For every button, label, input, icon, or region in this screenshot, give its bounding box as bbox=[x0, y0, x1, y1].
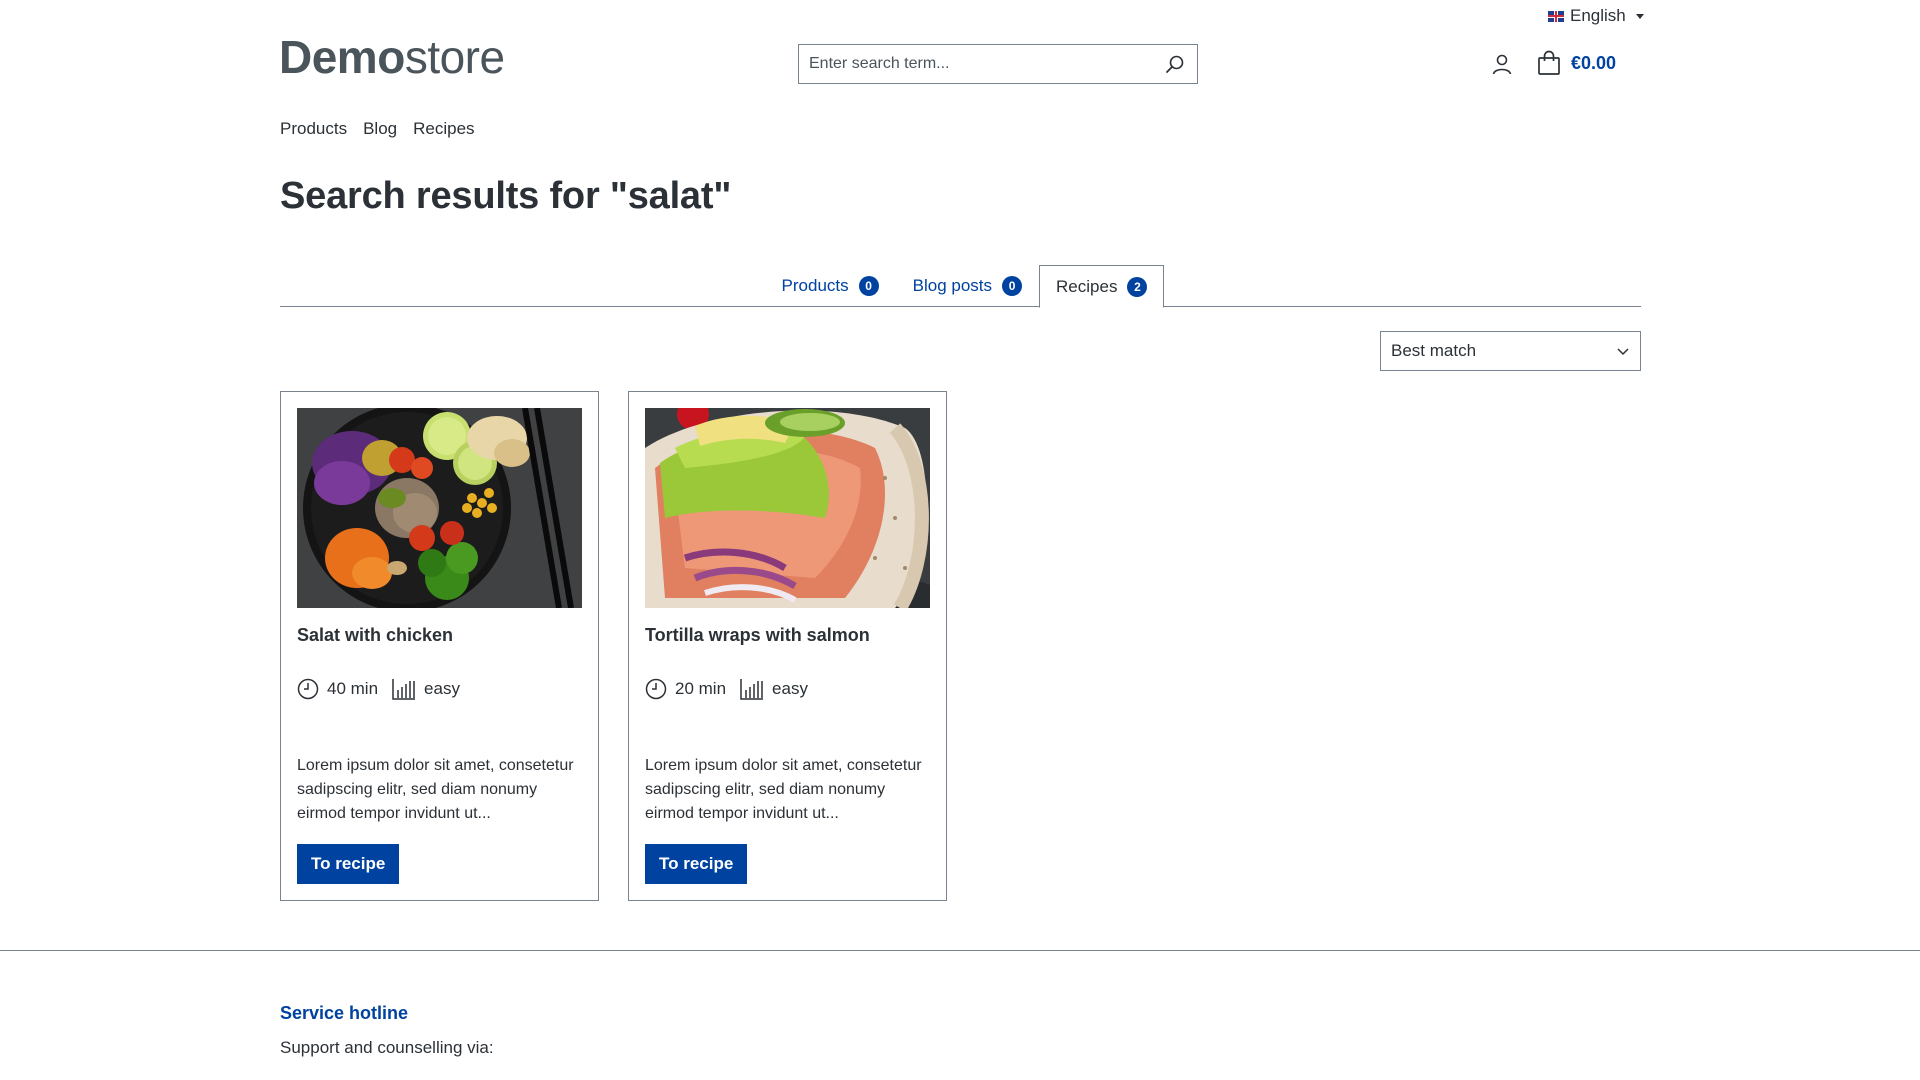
shopping-bag-icon bbox=[1538, 50, 1560, 75]
recipe-time-value: 40 min bbox=[327, 679, 379, 698]
recipe-difficulty: easy bbox=[392, 678, 460, 700]
tab-label: Recipes bbox=[1056, 276, 1118, 296]
count-badge: 2 bbox=[1127, 276, 1148, 297]
recipe-time: 40 min bbox=[297, 678, 378, 700]
recipe-time: 20 min bbox=[645, 678, 726, 700]
recipe-meta: 40 min easy bbox=[297, 678, 474, 700]
recipe-difficulty: easy bbox=[740, 678, 808, 700]
language-label: English bbox=[1570, 6, 1626, 25]
main-navigation: Products Blog Recipes bbox=[280, 119, 475, 139]
difficulty-bars-icon bbox=[740, 679, 764, 700]
tab-recipes[interactable]: Recipes 2 bbox=[1039, 265, 1165, 308]
search-box bbox=[798, 44, 1198, 84]
logo-bold: Demo bbox=[279, 31, 405, 83]
nav-blog[interactable]: Blog bbox=[363, 119, 397, 139]
recipe-description: Lorem ipsum dolor sit amet, consetetur s… bbox=[645, 757, 922, 822]
account-button[interactable] bbox=[1490, 52, 1514, 76]
recipe-difficulty-value: easy bbox=[424, 679, 460, 698]
cart-button[interactable]: €0.00 bbox=[1537, 50, 1616, 76]
count-badge: 0 bbox=[1002, 276, 1023, 296]
recipe-image-wrap[interactable] bbox=[645, 408, 930, 608]
service-hotline-title: Service hotline bbox=[280, 1003, 409, 1023]
page-title: Search results for "salat" bbox=[280, 175, 732, 217]
chevron-down-icon bbox=[1617, 348, 1629, 356]
to-recipe-button[interactable]: To recipe bbox=[297, 844, 400, 884]
sort-selected-value: Best match bbox=[1391, 341, 1477, 360]
logo[interactable]: Demostore bbox=[279, 34, 505, 80]
to-recipe-button[interactable]: To recipe bbox=[645, 844, 748, 884]
uk-flag-icon bbox=[1548, 10, 1564, 22]
caret-down-icon bbox=[1635, 13, 1644, 19]
logo-light: store bbox=[404, 31, 505, 83]
difficulty-bars-icon bbox=[392, 679, 416, 700]
recipe-difficulty-value: easy bbox=[772, 679, 808, 698]
recipe-image-salad[interactable] bbox=[297, 408, 582, 608]
tab-blog-posts[interactable]: Blog posts 0 bbox=[896, 265, 1039, 307]
tab-label: Blog posts bbox=[912, 276, 993, 295]
tab-products[interactable]: Products 0 bbox=[765, 265, 896, 307]
recipe-meta: 20 min easy bbox=[645, 678, 822, 700]
search-input[interactable] bbox=[799, 45, 1153, 83]
search-icon bbox=[1166, 55, 1184, 73]
user-icon bbox=[1492, 54, 1512, 75]
service-hotline-text: Support and counselling via: bbox=[280, 1038, 494, 1057]
recipe-title[interactable]: Tortilla wraps with salmon bbox=[645, 625, 870, 646]
search-button[interactable] bbox=[1153, 45, 1197, 83]
nav-recipes[interactable]: Recipes bbox=[413, 119, 474, 139]
recipe-title[interactable]: Salat with chicken bbox=[297, 625, 453, 646]
language-selector[interactable]: English bbox=[1548, 6, 1644, 26]
sort-select[interactable]: Best match bbox=[1380, 331, 1641, 371]
footer-divider bbox=[0, 950, 1920, 951]
clock-icon bbox=[297, 678, 319, 700]
cart-total: €0.00 bbox=[1571, 52, 1617, 73]
recipe-card: Tortilla wraps with salmon 20 min easy L… bbox=[628, 391, 947, 901]
tab-label: Products bbox=[781, 276, 849, 295]
count-badge: 0 bbox=[858, 276, 879, 296]
recipe-description: Lorem ipsum dolor sit amet, consetetur s… bbox=[297, 757, 574, 822]
nav-products[interactable]: Products bbox=[280, 119, 347, 139]
recipe-time-value: 20 min bbox=[675, 679, 727, 698]
clock-icon bbox=[645, 678, 667, 700]
recipe-card: Salat with chicken 40 min easy Lorem ips… bbox=[280, 391, 599, 901]
search-result-tabs: Products 0 Blog posts 0 Recipes 2 bbox=[280, 265, 1641, 308]
